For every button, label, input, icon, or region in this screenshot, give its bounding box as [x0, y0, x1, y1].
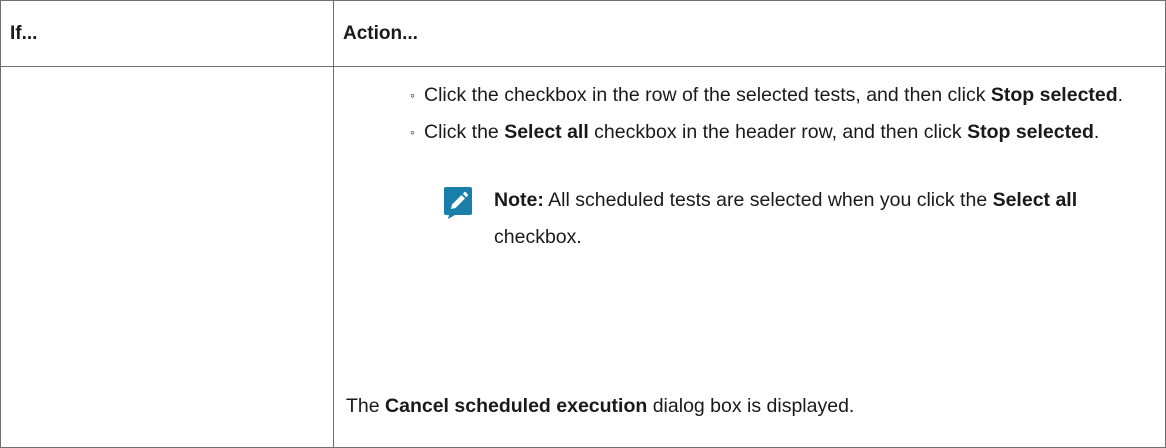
- if-column-header: If...: [0, 0, 334, 67]
- bullet-text: Click the: [424, 121, 505, 143]
- bullet-bold-text: Stop selected: [967, 121, 1094, 143]
- result-plain-text: dialog box is displayed.: [647, 395, 855, 417]
- bullet-text: Click the checkbox in the row of the sel…: [424, 84, 991, 106]
- bullet-text: .: [1093, 121, 1100, 143]
- result-bold-text: Cancel scheduled execution: [385, 395, 648, 417]
- if-cell: [0, 66, 334, 448]
- result-plain-text: The: [346, 395, 386, 417]
- bullet-marker: ◦: [410, 124, 415, 140]
- bullet-marker: ◦: [410, 87, 415, 103]
- note-block: Note: All scheduled tests are selected w…: [441, 182, 1151, 256]
- action-cell: ◦ Click the checkbox in the row of the s…: [333, 66, 1166, 448]
- note-text: Note: All scheduled tests are selected w…: [494, 182, 1151, 256]
- table-header-row: If... Action...: [0, 0, 1166, 67]
- note-label: Note:: [494, 189, 544, 211]
- action-column-header: Action...: [333, 0, 1166, 67]
- bullet-bold-text: Select all: [504, 121, 589, 143]
- bullet-text: checkbox in the header row, and then cli…: [588, 121, 968, 143]
- table-row: ◦ Click the checkbox in the row of the s…: [0, 66, 1166, 448]
- action-bullet-list: ◦ Click the checkbox in the row of the s…: [346, 79, 1151, 149]
- list-item: ◦ Click the checkbox in the row of the s…: [410, 79, 1151, 112]
- list-item: ◦ Click the Select all checkbox in the h…: [410, 116, 1151, 149]
- result-text: The Cancel scheduled execution dialog bo…: [346, 390, 854, 423]
- action-content: ◦ Click the checkbox in the row of the s…: [334, 67, 1165, 256]
- note-bold-text: Select all: [992, 189, 1078, 211]
- bullet-bold-text: Stop selected: [990, 84, 1118, 106]
- note-body-text: checkbox.: [494, 226, 582, 248]
- bullet-text: .: [1117, 84, 1124, 106]
- pencil-note-icon: [444, 187, 472, 219]
- if-action-table: If... Action... ◦ Click the checkbox in …: [0, 0, 1166, 448]
- note-body-text: All scheduled tests are selected when yo…: [543, 189, 993, 211]
